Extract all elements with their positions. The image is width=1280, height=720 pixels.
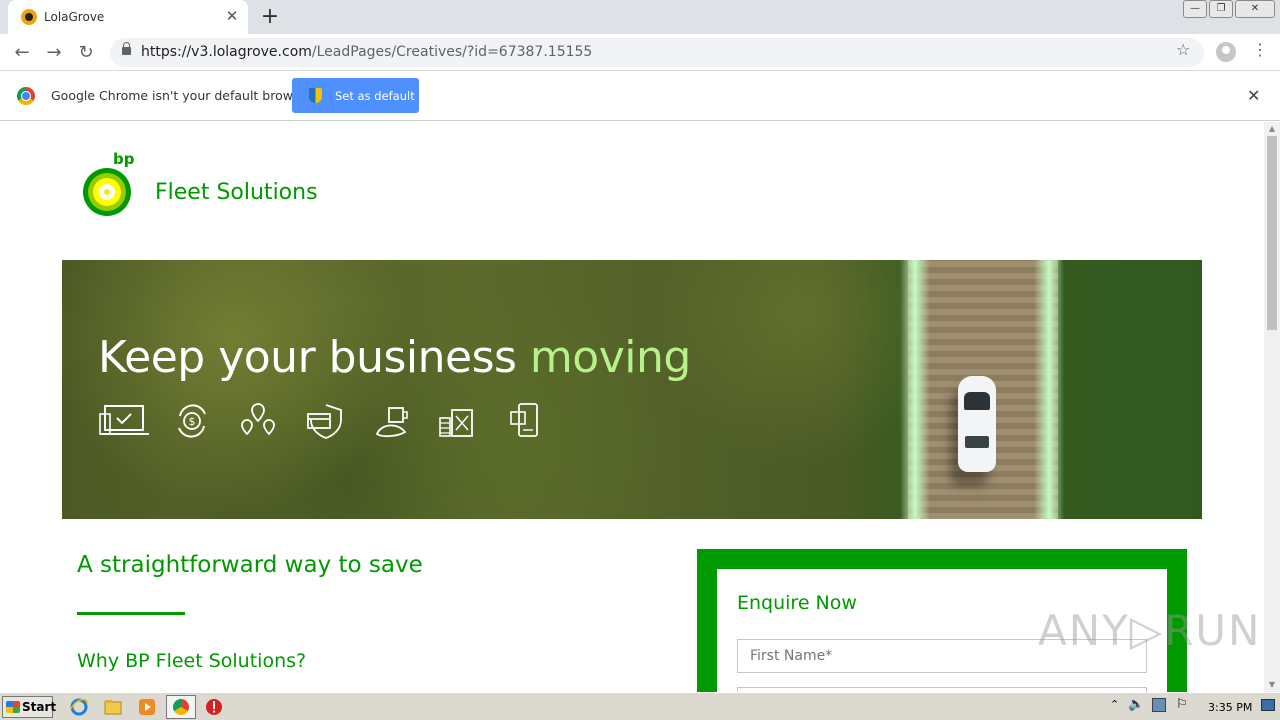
set-as-default-button[interactable]: Set as default — [292, 78, 419, 113]
car-image — [958, 376, 996, 472]
browser-toolbar: ← → ↻ https://v3.lolagrove.com/LeadPages… — [0, 34, 1280, 71]
page-scrollbar[interactable]: ▲ ▼ — [1264, 122, 1280, 692]
scroll-up-icon[interactable]: ▲ — [1267, 124, 1277, 134]
url-text: https://v3.lolagrove.com/LeadPages/Creat… — [141, 44, 592, 60]
mobile-devices-icon — [510, 403, 538, 437]
window-close-button[interactable]: ✕ — [1235, 0, 1275, 18]
bp-helios-logo-icon — [83, 168, 131, 216]
taskbar-chrome-button[interactable] — [166, 695, 196, 719]
anyrun-watermark: ANY▷RUN — [1038, 606, 1262, 655]
tab-title: LolaGrove — [44, 10, 105, 24]
security-alert-icon[interactable] — [204, 697, 224, 717]
start-label: Start — [22, 700, 57, 714]
tab-close-icon[interactable]: ✕ — [224, 8, 240, 24]
lock-icon — [122, 42, 131, 55]
enquire-now-title: Enquire Now — [737, 592, 857, 614]
chrome-logo-icon — [17, 87, 35, 105]
url-host: https://v3.lolagrove.com — [141, 44, 312, 60]
hero-title-main: Keep your business — [98, 332, 530, 383]
hero-title: Keep your business moving — [98, 332, 691, 383]
action-center-flag-icon[interactable]: ⚐ — [1176, 697, 1188, 712]
default-browser-infobar: Google Chrome isn't your default browser… — [0, 72, 1280, 121]
chrome-taskbar-icon — [173, 699, 189, 715]
minimize-button[interactable]: — — [1183, 0, 1207, 18]
taskbar-clock: 3:35 PM — [1208, 701, 1253, 714]
uac-shield-icon — [309, 88, 322, 103]
heading-underline — [77, 612, 185, 615]
card-shield-icon — [307, 404, 342, 439]
windows-taskbar: Start ⌃ 🔈 ⚐ 3:35 PM — [0, 692, 1280, 720]
laptop-icon — [99, 405, 149, 435]
new-tab-button[interactable]: + — [258, 5, 282, 29]
tab-strip: LolaGrove ✕ + — ❐ ✕ — [0, 0, 1280, 34]
section-heading: A straightforward way to save — [77, 552, 423, 578]
infobar-message: Google Chrome isn't your default browser — [51, 88, 313, 103]
infobar-close-icon[interactable]: ✕ — [1247, 86, 1260, 105]
media-player-icon[interactable] — [137, 697, 157, 717]
bookmark-star-icon[interactable]: ☆ — [1176, 40, 1190, 59]
hero-title-accent: moving — [529, 332, 691, 383]
menu-dots-icon[interactable]: ⋮ — [1252, 40, 1268, 59]
profile-avatar-icon[interactable] — [1216, 42, 1236, 62]
location-pins-icon — [241, 403, 275, 436]
reload-icon[interactable]: ↻ — [74, 41, 98, 65]
fuel-can-icon — [439, 409, 473, 437]
network-icon[interactable] — [1152, 698, 1166, 712]
why-subheading: Why BP Fleet Solutions? — [77, 650, 307, 672]
browser-tab[interactable]: LolaGrove ✕ — [8, 0, 248, 34]
scroll-thumb[interactable] — [1267, 136, 1277, 330]
url-path: /LeadPages/Creatives/?id=67387.15155 — [311, 44, 593, 60]
show-desktop-icon[interactable] — [1261, 699, 1275, 711]
start-button[interactable]: Start — [2, 696, 57, 718]
file-explorer-icon[interactable] — [103, 697, 123, 717]
svg-text:$: $ — [189, 415, 196, 428]
fleet-solutions-logo-text: Fleet Solutions — [155, 180, 318, 205]
hero-banner: Keep your business moving $ — [62, 260, 1202, 519]
light-beam-right — [1034, 260, 1064, 519]
scroll-down-icon[interactable]: ▼ — [1267, 680, 1277, 690]
volume-icon[interactable]: 🔈 — [1128, 697, 1144, 712]
lolagrove-favicon-icon — [21, 9, 37, 25]
internet-explorer-icon[interactable] — [69, 697, 89, 717]
coffee-croissant-icon — [375, 407, 408, 438]
forward-arrow-icon[interactable]: → — [42, 41, 66, 65]
light-beam-left — [900, 260, 930, 519]
maximize-button[interactable]: ❐ — [1209, 0, 1233, 18]
set-as-default-label: Set as default — [335, 89, 415, 103]
tray-expand-icon[interactable]: ⌃ — [1110, 698, 1119, 711]
back-arrow-icon[interactable]: ← — [10, 41, 34, 65]
dollar-cycle-icon: $ — [178, 404, 206, 438]
windows-flag-icon — [6, 701, 20, 713]
bp-logo-text: bp — [113, 150, 135, 168]
address-bar[interactable]: https://v3.lolagrove.com/LeadPages/Creat… — [110, 38, 1204, 67]
